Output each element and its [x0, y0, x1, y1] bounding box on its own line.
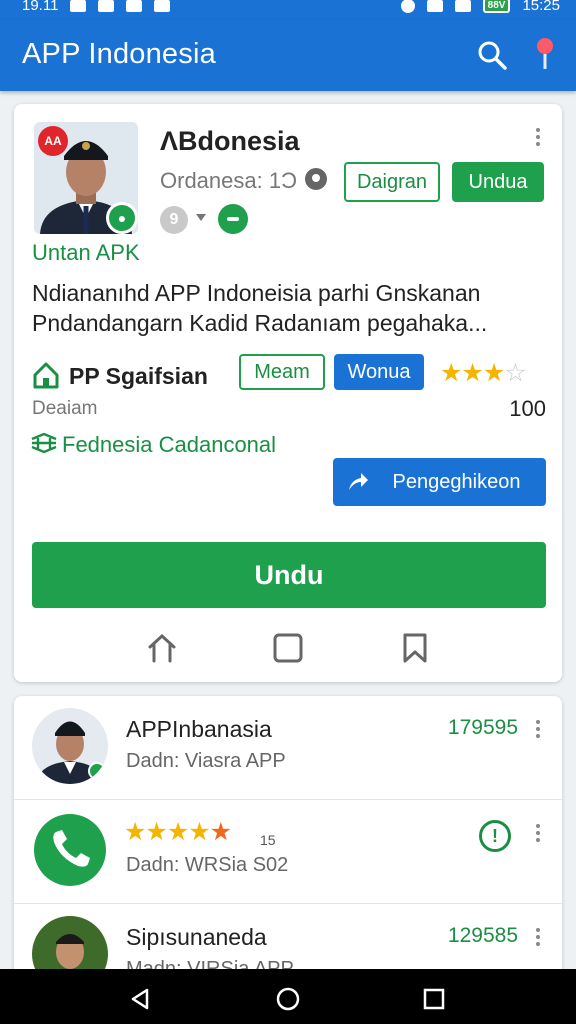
undua-button[interactable]: Undua — [452, 162, 544, 202]
page-title: APP Indonesia — [22, 38, 216, 70]
verified-badge-icon — [88, 762, 106, 780]
map-pin-icon[interactable] — [533, 36, 557, 72]
list-item-title: APPInbanasia — [126, 716, 272, 742]
status-time-left: 19.11 — [22, 0, 59, 14]
star-filled-icon: ★ — [209, 818, 232, 846]
more-options-icon[interactable] — [533, 926, 543, 952]
star-filled-icon: ★★★ — [440, 359, 505, 387]
app-brand-badge: AA — [38, 126, 68, 156]
status-time-right: 15:25 — [522, 0, 560, 14]
house-icon — [33, 362, 59, 389]
meam-button[interactable]: Meam — [239, 354, 325, 390]
more-options-icon[interactable] — [533, 822, 543, 848]
alarm-icon — [400, 0, 415, 13]
avatar — [32, 916, 108, 976]
featured-app-card: AA ● ΛBdonesia Ordanesa: 1Ͻ Daigran Undu… — [14, 104, 562, 682]
location-icon — [305, 168, 327, 190]
leaf-notification-icon — [154, 0, 171, 12]
pengeghikeon-button[interactable]: Pengeghikeon — [333, 458, 546, 506]
daigran-button[interactable]: Daigran — [344, 162, 440, 202]
phone-app-icon — [34, 814, 106, 886]
version-chip[interactable]: 9 — [160, 206, 188, 234]
untan-apk-link[interactable]: Untan APK — [32, 240, 140, 266]
verified-badge-icon: ● — [106, 202, 138, 234]
search-icon[interactable] — [477, 40, 507, 70]
fednesia-link[interactable]: Fednesia Cadanconal — [62, 432, 276, 458]
app-bar: APP Indonesia — [0, 20, 576, 91]
alert-icon[interactable]: ! — [479, 820, 511, 852]
rating-stars: ★★★★★ — [124, 818, 232, 846]
star-filled-icon: ★★★★ — [124, 818, 211, 846]
recents-icon[interactable] — [422, 987, 446, 1011]
app-description: Ndiananıhd APP Indoneisia parhi Gnskanan… — [32, 280, 488, 336]
bookmark-icon[interactable] — [399, 632, 431, 664]
image-notification-icon — [70, 0, 87, 12]
more-options-icon[interactable] — [533, 126, 543, 152]
home-icon[interactable] — [146, 632, 178, 664]
signal-icon — [454, 0, 471, 12]
home-button-icon[interactable] — [276, 987, 300, 1011]
app-avatar: AA ● — [34, 122, 138, 234]
rating-count: 15 — [260, 832, 276, 848]
rating-stars: ★★★☆ — [440, 359, 527, 387]
square-icon[interactable] — [272, 632, 304, 664]
star-empty-icon: ☆ — [504, 359, 526, 387]
pengeghikeon-label: Pengeghikeon — [392, 471, 521, 493]
status-bar: 19.11 88V 15:25 — [0, 0, 576, 20]
list-item-title: Sipısunaneda — [126, 924, 267, 950]
minus-circle-icon[interactable] — [218, 204, 248, 234]
app-subtitle: Ordanesa: 1Ͻ — [160, 168, 297, 193]
download-button[interactable]: Undu — [32, 542, 546, 608]
back-icon[interactable] — [128, 987, 152, 1011]
list-item[interactable]: ★★★★★ 15 Dadn: WRSia S02 ! — [14, 800, 562, 904]
feature-row-label: PP Sgaifsian — [69, 363, 208, 389]
list-item-subtitle: Dadn: Viasra APP — [126, 750, 286, 772]
app-list: APPInbanasia Dadn: Viasra APP 179595 ★★★… — [14, 696, 562, 976]
list-item-subtitle: Dadn: WRSia S02 — [126, 854, 289, 876]
list-item-count: 129585 — [447, 924, 518, 947]
rating-count: 100 — [509, 396, 546, 421]
share-arrow-icon — [349, 473, 368, 490]
message-notification-icon — [126, 0, 143, 12]
system-nav-bar — [0, 969, 576, 1024]
signpost-icon — [31, 432, 57, 454]
wonua-button[interactable]: Wonua — [334, 354, 424, 390]
list-item-count: 179595 — [447, 716, 518, 739]
list-item[interactable]: Sipısunaneda Madn: VIRSia APP 129585 — [14, 904, 562, 976]
app-notification-icon — [98, 0, 115, 12]
more-options-icon[interactable] — [533, 718, 543, 744]
app-name: ΛBdonesia — [160, 126, 300, 156]
secondary-label: Deaiam — [32, 398, 98, 419]
chevron-down-icon[interactable] — [196, 214, 206, 221]
battery-icon: 88V — [482, 0, 511, 13]
avatar — [32, 708, 108, 784]
wifi-icon — [426, 0, 443, 12]
list-item[interactable]: APPInbanasia Dadn: Viasra APP 179595 — [14, 696, 562, 800]
